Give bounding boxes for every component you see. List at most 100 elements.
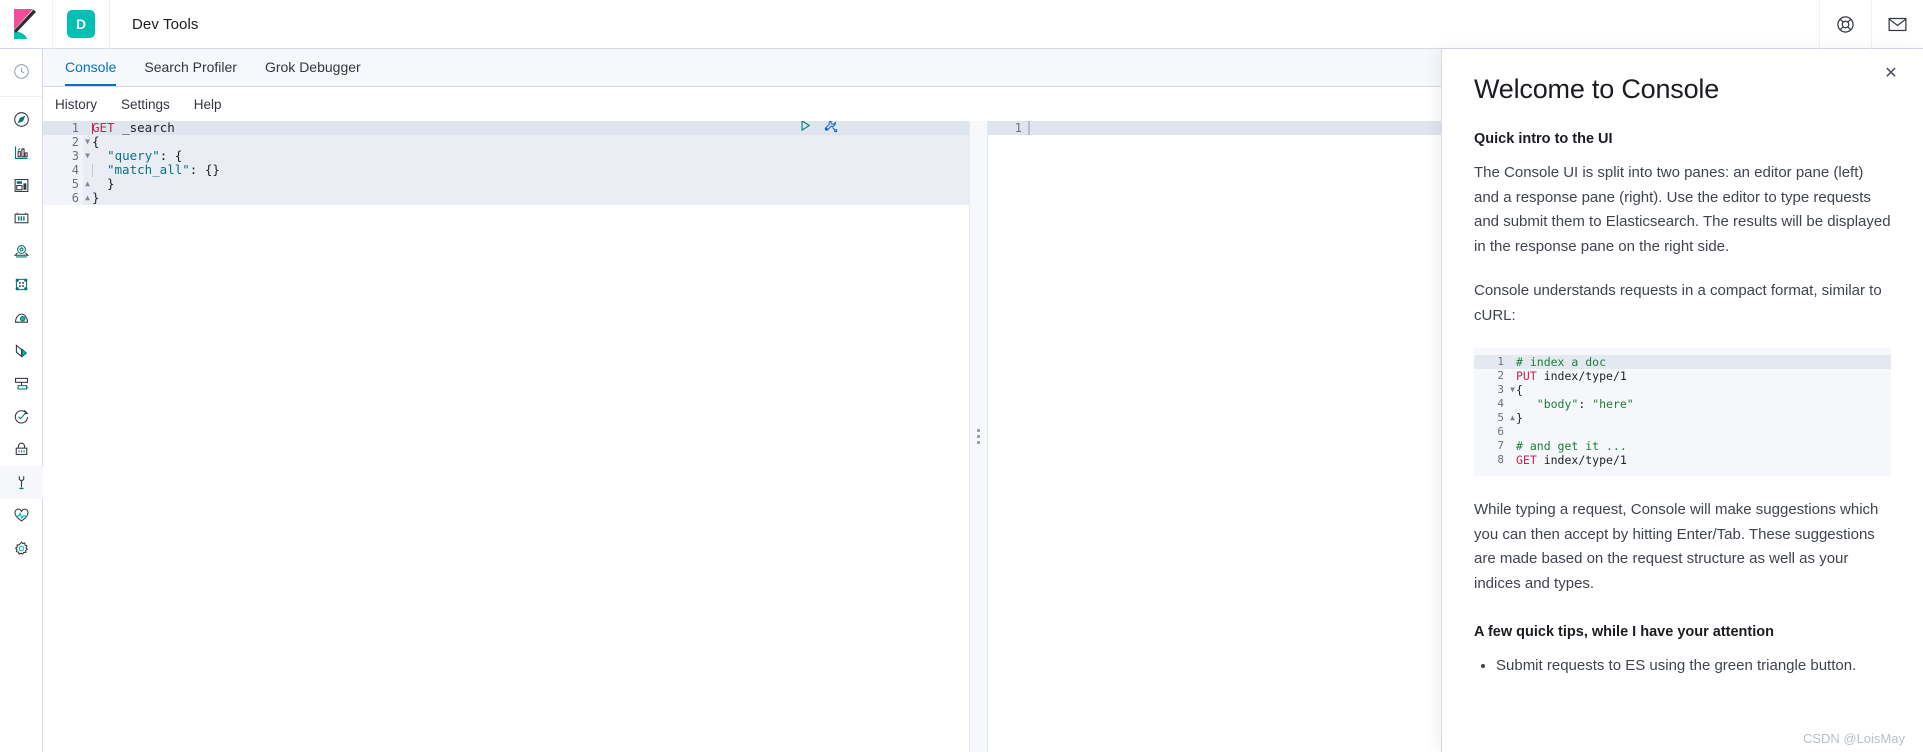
sidebar-item-siem[interactable]	[0, 433, 43, 466]
sidebar-item-visualize[interactable]	[0, 136, 43, 169]
code-line[interactable]: 7 # and get it ...	[1474, 439, 1891, 453]
code-line[interactable]: 4 "match_all": {}	[43, 163, 969, 177]
drag-handle-dots-icon	[977, 429, 980, 444]
discover-compass-icon	[13, 111, 30, 128]
request-editor-pane[interactable]: 1 GET _search 2 ▼{3 ▼ "query": {4 "match_all"…	[43, 121, 970, 752]
tab-search-profiler[interactable]: Search Profiler	[144, 49, 237, 86]
rail-recent-group	[0, 49, 42, 97]
editor-action-buttons	[799, 121, 838, 135]
line-number: 3 ▼	[1474, 383, 1515, 397]
console-menu-history[interactable]: History	[55, 97, 97, 112]
help-button[interactable]	[1819, 0, 1871, 49]
code-line[interactable]: 2 PUT index/type/1	[1474, 369, 1891, 383]
line-number: 2 ▼	[43, 135, 90, 149]
line-number: 6	[1497, 425, 1504, 438]
mail-button[interactable]	[1871, 0, 1923, 49]
line-number: 2	[1497, 369, 1504, 382]
line-content: {	[1516, 383, 1523, 397]
sidebar-item-management[interactable]	[0, 532, 43, 565]
line-number: 5 ▲	[43, 177, 90, 191]
flyout-section-heading-intro: Quick intro to the UI	[1474, 131, 1613, 147]
fold-toggle[interactable]: ▼	[83, 135, 92, 149]
code-line[interactable]: 6 ▲}	[43, 191, 969, 205]
code-line[interactable]: 3 ▼{	[1474, 383, 1891, 397]
line-number: 5 ▲	[1474, 411, 1515, 425]
line-number: 7	[1497, 439, 1504, 452]
page-title: Dev Tools	[132, 15, 199, 33]
fold-toggle[interactable]: ▲	[1508, 411, 1517, 425]
flyout-paragraph-3: While typing a request, Console will mak…	[1474, 501, 1879, 592]
rail-apps-group	[0, 97, 43, 565]
pane-resizer[interactable]	[970, 121, 988, 752]
code-line[interactable]: 5 ▲}	[1474, 411, 1891, 425]
line-content: PUT index/type/1	[1516, 369, 1627, 383]
sidebar-item-dashboard[interactable]	[0, 169, 43, 202]
maps-icon	[13, 243, 30, 260]
app-badge: D	[67, 10, 95, 38]
sidebar-item-logs[interactable]	[0, 334, 43, 367]
global-header: D Dev Tools	[0, 0, 1923, 49]
sidebar-item-discover[interactable]	[0, 103, 43, 136]
canvas-icon	[13, 210, 30, 227]
fold-toggle[interactable]: ▲	[83, 177, 92, 191]
line-content	[1508, 425, 1891, 439]
line-number: 4	[43, 163, 83, 177]
machine-learning-icon	[13, 276, 30, 293]
sidebar-item-apm[interactable]	[0, 367, 43, 400]
line-number: 1	[43, 121, 83, 135]
flyout-tips-list: Submit requests to ES using the green tr…	[1476, 654, 1891, 679]
sidebar-item-infrastructure[interactable]	[0, 301, 43, 334]
welcome-flyout: ✕ Welcome to Console Quick intro to the …	[1441, 49, 1923, 752]
sidebar-item-uptime[interactable]	[0, 400, 43, 433]
line-number: 1	[1474, 355, 1508, 369]
close-icon[interactable]: ✕	[1879, 61, 1903, 85]
logs-icon	[13, 342, 30, 359]
kibana-logo-icon	[13, 9, 40, 39]
envelope-icon	[1888, 16, 1907, 32]
flyout-paragraph-1: The Console UI is split into two panes: …	[1474, 164, 1891, 255]
console-menu-settings[interactable]: Settings	[121, 97, 170, 112]
siem-lock-icon	[13, 441, 30, 458]
sidebar-item-monitoring[interactable]	[0, 499, 43, 532]
sidebar-item-canvas[interactable]	[0, 202, 43, 235]
kibana-logo-cell[interactable]	[0, 0, 53, 49]
line-content: GET index/type/1	[1516, 453, 1627, 467]
code-line[interactable]: 5 ▲ }	[43, 177, 969, 191]
sidebar-item-maps[interactable]	[0, 235, 43, 268]
code-line[interactable]: 3 ▼ "query": {	[43, 149, 969, 163]
play-triangle-icon[interactable]	[799, 121, 812, 137]
console-menu-help[interactable]: Help	[194, 97, 222, 112]
global-nav-rail	[0, 49, 43, 752]
lifebuoy-icon	[1836, 15, 1855, 34]
wrench-icon[interactable]	[824, 121, 838, 138]
line-number: 3 ▼	[43, 149, 90, 163]
code-line[interactable]: 6	[1474, 425, 1891, 439]
sidebar-item-dev-tools[interactable]	[0, 466, 43, 499]
line-content: }	[1516, 411, 1523, 425]
monitoring-heart-icon	[13, 507, 30, 524]
app-badge-cell[interactable]: D	[53, 0, 110, 49]
fold-toggle[interactable]: ▲	[83, 191, 92, 205]
flyout-body: Quick intro to the UI The Console UI is …	[1442, 131, 1923, 752]
line-content: # index a doc	[1508, 355, 1891, 369]
tab-grok-debugger[interactable]: Grok Debugger	[265, 49, 361, 86]
dashboard-icon	[13, 177, 30, 194]
line-number: 8	[1497, 453, 1504, 466]
sidebar-item-machine-learning[interactable]	[0, 268, 43, 301]
flyout-section-heading-tips: A few quick tips, while I have your atte…	[1474, 624, 1774, 640]
flyout-title: Welcome to Console	[1474, 74, 1720, 104]
line-content: }	[83, 191, 969, 205]
line-content: "query": {	[83, 149, 969, 163]
sidebar-item-recently-viewed[interactable]	[0, 55, 43, 88]
management-gear-icon	[13, 540, 30, 557]
code-line[interactable]: 8 GET index/type/1	[1474, 453, 1891, 467]
code-line[interactable]: 1 # index a doc	[1474, 355, 1891, 369]
uptime-icon	[13, 408, 30, 425]
tab-console[interactable]: Console	[65, 49, 117, 86]
list-item: Submit requests to ES using the green tr…	[1496, 654, 1891, 679]
fold-toggle[interactable]: ▼	[83, 149, 92, 163]
line-number: 4	[1497, 397, 1504, 410]
fold-toggle[interactable]: ▼	[1508, 383, 1517, 397]
code-line[interactable]: 4 "body": "here"	[1474, 397, 1891, 411]
visualize-chart-icon	[13, 144, 30, 161]
